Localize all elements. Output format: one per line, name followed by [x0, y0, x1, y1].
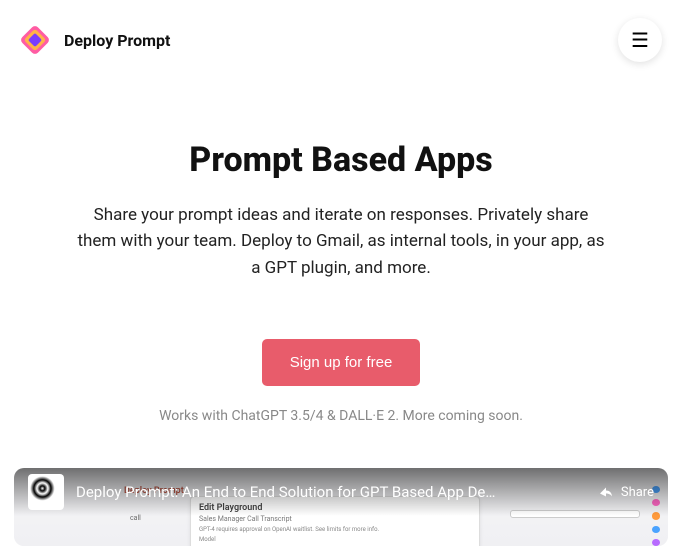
brand-name: Deploy Prompt [64, 31, 170, 50]
share-icon [597, 483, 615, 501]
video-section: Deploy Prompt call Edit Playground Sales… [14, 468, 668, 546]
video-actions: Share [597, 483, 654, 501]
dot-icon [652, 539, 660, 546]
header: Deploy Prompt ☰ [0, 0, 682, 80]
share-button[interactable]: Share [597, 483, 654, 501]
signup-button[interactable]: Sign up for free [262, 339, 421, 386]
video-embed[interactable]: Deploy Prompt call Edit Playground Sales… [14, 468, 668, 546]
logo-icon [18, 23, 52, 57]
compatibility-caption: Works with ChatGPT 3.5/4 & DALL·E 2. Mor… [0, 408, 682, 424]
menu-button[interactable]: ☰ [618, 18, 662, 62]
mock-panel-sub: Sales Manager Call Transcript [199, 515, 471, 523]
mock-panel-model: Model [199, 536, 471, 543]
page-subtitle: Share your prompt ideas and iterate on r… [76, 202, 606, 281]
video-overlay: Deploy Prompt: An End to End Solution fo… [14, 468, 668, 516]
video-title[interactable]: Deploy Prompt: An End to End Solution fo… [76, 483, 585, 501]
brand[interactable]: Deploy Prompt [18, 23, 170, 57]
cta-section: Sign up for free [0, 339, 682, 386]
share-label: Share [621, 485, 654, 500]
dot-icon [652, 526, 660, 533]
hamburger-icon: ☰ [631, 28, 649, 53]
hero: Prompt Based Apps Share your prompt idea… [0, 80, 682, 281]
page-title: Prompt Based Apps [40, 140, 642, 180]
video-channel-avatar[interactable] [28, 474, 64, 510]
mock-panel-note: GPT-4 requires approval on OpenAI waitli… [199, 526, 471, 533]
